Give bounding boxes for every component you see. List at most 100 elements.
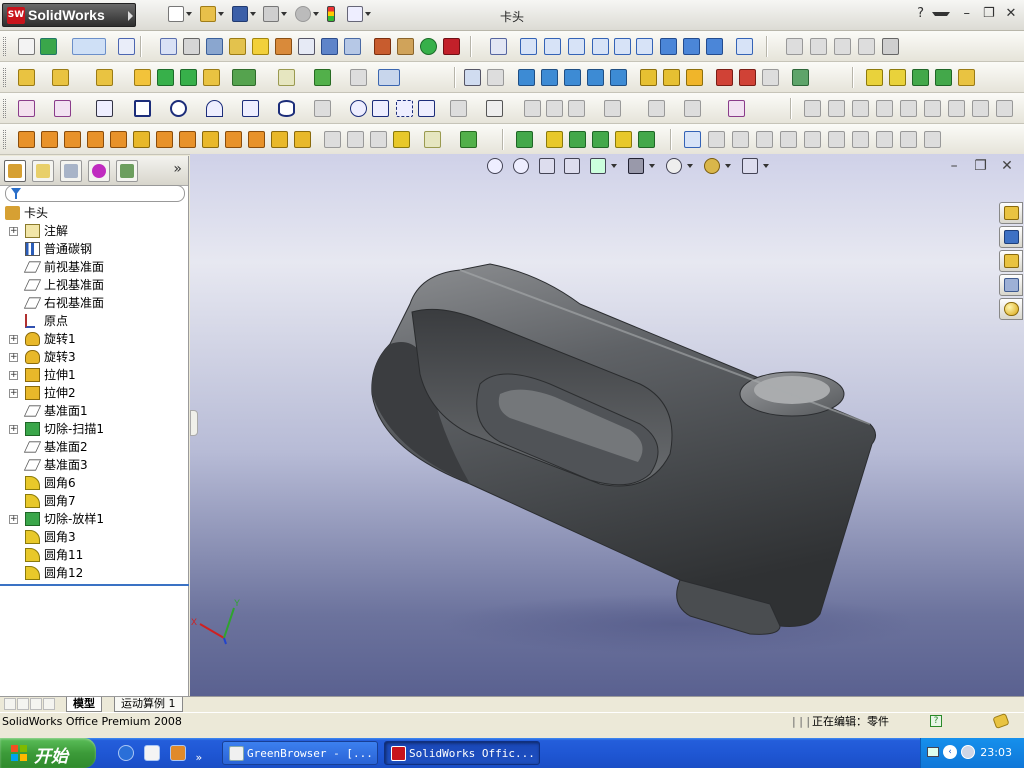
greenbrowser-icon[interactable] [143, 745, 160, 761]
sheetmetal-8-icon[interactable] [972, 100, 989, 117]
smart-dimension-icon[interactable] [54, 100, 71, 117]
tree-item[interactable]: 基准面1 [0, 402, 188, 420]
tree-item[interactable]: 基准面2 [0, 438, 188, 456]
ref-geometry-icon[interactable] [278, 69, 295, 86]
task-pane-explorer[interactable] [999, 250, 1023, 272]
model-view-icon[interactable] [464, 69, 481, 86]
relations-icon[interactable] [912, 69, 929, 86]
spline-icon[interactable] [242, 100, 259, 117]
mirror-disabled-icon[interactable] [450, 100, 467, 117]
view-trimetric-icon[interactable] [683, 38, 700, 55]
toolbox-icon[interactable] [716, 69, 733, 86]
start-button[interactable]: 开始 [0, 738, 96, 768]
draft-icon[interactable] [294, 131, 311, 148]
task-pane-resources[interactable] [999, 226, 1023, 248]
sketch-pattern-disabled-icon[interactable] [568, 100, 585, 117]
tree-item[interactable]: 上视基准面 [0, 276, 188, 294]
expand-toggle-icon[interactable]: + [9, 335, 18, 344]
rollback-bar[interactable] [0, 584, 189, 586]
tree-item[interactable]: + 旋转1 [0, 330, 188, 348]
view-left-icon[interactable] [568, 38, 585, 55]
swept-cut-icon[interactable] [156, 131, 173, 148]
ie-icon[interactable] [118, 745, 134, 761]
line-2d-icon[interactable] [889, 69, 906, 86]
tab-dimxpert[interactable] [88, 160, 110, 182]
view-settings-dropdown[interactable] [762, 164, 769, 168]
tree-item[interactable]: + 注解 [0, 222, 188, 240]
curve-tool-3-icon[interactable] [834, 38, 851, 55]
boss-icon[interactable] [134, 69, 151, 86]
repair-disabled-icon[interactable] [684, 100, 701, 117]
new-document-icon[interactable] [168, 6, 184, 22]
instant3d-disabled-icon[interactable] [350, 69, 367, 86]
sheetmetal-4-icon[interactable] [876, 100, 893, 117]
polygon-icon[interactable] [350, 100, 367, 117]
options-dropdown[interactable] [364, 12, 371, 16]
sheetmetal-1-icon[interactable] [804, 100, 821, 117]
view-right-icon[interactable] [592, 38, 609, 55]
next-tab-icon[interactable] [30, 698, 42, 710]
drawing-view-4-icon[interactable] [587, 69, 604, 86]
measure-icon[interactable] [183, 38, 200, 55]
rapid-sketch-icon[interactable] [728, 100, 745, 117]
shell-icon[interactable] [271, 131, 288, 148]
panel-collapse-handle[interactable] [190, 410, 198, 436]
zoom-to-area-icon[interactable] [512, 158, 529, 174]
surface-4-icon[interactable] [592, 131, 609, 148]
ref-geometry-2-icon[interactable] [424, 131, 441, 148]
ok-check-icon[interactable] [420, 38, 437, 55]
open-dropdown[interactable] [217, 12, 224, 16]
move-disabled-icon[interactable] [604, 100, 621, 117]
deform-disabled-icon[interactable] [370, 131, 387, 148]
tree-item[interactable]: 圆角11 [0, 546, 188, 564]
doc-restore-button[interactable]: ❐ [970, 158, 992, 174]
tree-item[interactable]: 圆角12 [0, 564, 188, 582]
drawing-view-3-icon[interactable] [564, 69, 581, 86]
open-folder-icon[interactable] [199, 6, 216, 22]
fillet-icon[interactable] [202, 131, 219, 148]
mold-7-icon[interactable] [828, 131, 845, 148]
sheetmetal-3-icon[interactable] [852, 100, 869, 117]
expand-toggle-icon[interactable]: + [9, 425, 18, 434]
tree-item[interactable]: + 旋转3 [0, 348, 188, 366]
drawing-view-2-icon[interactable] [541, 69, 558, 86]
mold-2-icon[interactable] [708, 131, 725, 148]
check-icon[interactable] [252, 38, 269, 55]
view-orientation-icon[interactable] [590, 158, 607, 174]
tree-item[interactable]: 前视基准面 [0, 258, 188, 276]
options-icon[interactable] [346, 6, 363, 22]
surface-6-icon[interactable] [638, 131, 655, 148]
tree-root[interactable]: 卡头 [0, 204, 188, 222]
task-pane-appearances[interactable] [999, 298, 1023, 320]
tree-item[interactable]: + 切除-放样1 [0, 510, 188, 528]
edit-appearance-icon[interactable] [703, 158, 720, 174]
hide-show-dropdown[interactable] [686, 164, 693, 168]
view-iso-icon[interactable] [660, 38, 677, 55]
extruded-boss-icon[interactable] [18, 131, 35, 148]
spell-check-icon[interactable] [160, 38, 177, 55]
mold-10-icon[interactable] [900, 131, 917, 148]
normal-to-icon[interactable] [736, 38, 753, 55]
print-dropdown[interactable] [281, 12, 288, 16]
interference-icon[interactable] [374, 38, 391, 55]
component-icon[interactable] [18, 69, 35, 86]
sheetmetal-2-icon[interactable] [828, 100, 845, 117]
line-icon[interactable] [96, 100, 113, 117]
tree-item[interactable]: 基准面3 [0, 456, 188, 474]
surface-2-icon[interactable] [546, 131, 563, 148]
task-pane-view-palette[interactable] [999, 274, 1023, 296]
curve-tool-5-icon[interactable] [882, 38, 899, 55]
sheetmetal-7-icon[interactable] [948, 100, 965, 117]
tree-item[interactable]: + 拉伸2 [0, 384, 188, 402]
tab-model[interactable]: 模型 [66, 697, 102, 712]
dimension-icon[interactable] [866, 69, 883, 86]
grid-icon[interactable] [118, 38, 135, 55]
toolbar-grip[interactable] [3, 68, 6, 87]
lofted-cut-icon[interactable] [179, 131, 196, 148]
more-tabs-icon[interactable]: » [173, 161, 182, 177]
hole-wizard-icon[interactable] [393, 131, 410, 148]
rib-icon[interactable] [248, 131, 265, 148]
view-orientation-dropdown[interactable] [611, 164, 618, 168]
mold-4-icon[interactable] [756, 131, 773, 148]
hide-show-items-icon[interactable] [665, 158, 682, 174]
